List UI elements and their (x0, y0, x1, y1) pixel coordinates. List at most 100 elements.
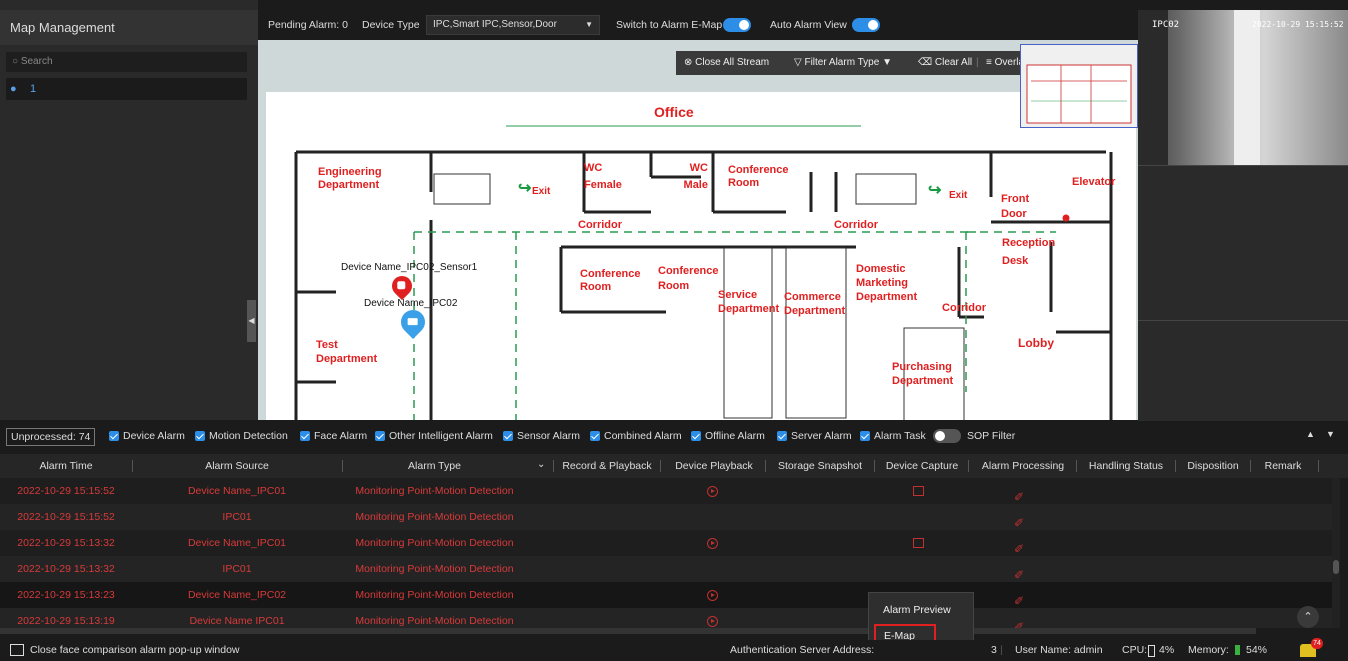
play-icon[interactable] (707, 616, 718, 627)
column-header[interactable]: Alarm Source (132, 454, 342, 478)
memory-meter-icon (1235, 645, 1240, 655)
switch-emap-label: Switch to Alarm E-Map (616, 19, 723, 31)
thumbnail-svg (1026, 64, 1132, 124)
edit-icon[interactable]: ✐ (1014, 614, 1024, 628)
room-label: Elevator (1072, 176, 1116, 188)
double-chevron-up-icon: ⌃ (1303, 611, 1313, 623)
column-separator (1175, 460, 1176, 472)
close-circle-icon: ⊗ (684, 57, 696, 68)
emap-canvas[interactable]: Office Engineering Department Exit WC Fe… (258, 40, 1138, 420)
filter-label: Device Alarm (123, 430, 185, 442)
alarm-table-body: 2022-10-29 15:15:52 Device Name_IPC01 Moni… (0, 478, 1332, 628)
room-label: Conference Room (658, 265, 719, 292)
expand-up-icon[interactable]: ▲ (1306, 429, 1315, 439)
motion-detection-checkbox[interactable] (195, 431, 205, 441)
column-header[interactable]: Record & Playback (556, 454, 658, 478)
map-overview-thumbnail[interactable] (1020, 44, 1138, 128)
room-label: Purchasing Department (892, 361, 954, 387)
alarm-source-cell: Device Name_IPC02 (187, 589, 287, 601)
column-header[interactable]: Device Playback (663, 454, 765, 478)
corridor-light (1234, 10, 1260, 165)
popup-window-icon[interactable] (10, 644, 24, 656)
table-row[interactable]: 2022-10-29 15:13:23 Device Name_IPC02 Moni… (0, 582, 1332, 608)
chevron-down-icon[interactable]: ⌄ (537, 459, 545, 470)
alarm-filter-bar: Unprocessed: 74 Device Alarm Motion Dete… (0, 426, 1348, 448)
video-slot[interactable] (1138, 165, 1348, 321)
scrollbar-thumb[interactable] (1333, 560, 1339, 574)
room-label: Service Department (718, 289, 780, 315)
column-header[interactable]: Alarm Type (342, 454, 527, 478)
auto-alarm-view-toggle[interactable] (852, 18, 880, 32)
table-vertical-scrollbar[interactable] (1332, 478, 1340, 628)
video-timestamp: 2022-10-29 15:15:52 (1252, 20, 1344, 29)
memory-label: Memory: (1188, 644, 1229, 656)
image-icon[interactable] (913, 486, 924, 496)
switch-emap-toggle[interactable] (723, 18, 751, 32)
room-label: Conference Room (728, 164, 789, 189)
device-type-select[interactable]: IPC,Smart IPC,Sensor,Door ▼ (426, 15, 600, 35)
column-header[interactable]: Disposition (1178, 454, 1248, 478)
cpu-meter-icon (1148, 645, 1155, 657)
column-separator (553, 460, 554, 472)
table-horizontal-scrollbar[interactable] (0, 628, 1256, 634)
play-icon[interactable] (707, 486, 718, 497)
filter-label: Face Alarm (314, 430, 368, 442)
divider: | (976, 57, 979, 68)
collapse-panel-button[interactable]: ◀ (247, 300, 256, 342)
close-face-comparison-link[interactable]: Close face comparison alarm pop-up windo… (30, 640, 240, 661)
clear-all-button[interactable]: ⌫ Clear All (918, 51, 972, 75)
face-alarm-checkbox[interactable] (300, 431, 310, 441)
room-label: Commerce Department (784, 291, 846, 317)
close-all-stream-label: Close All Stream (695, 57, 770, 68)
live-video-feed[interactable]: IPC02 2022-10-29 15:15:52 (1138, 10, 1348, 165)
table-row[interactable]: 2022-10-29 15:13:19 Device Name IPC01 Moni… (0, 608, 1332, 628)
column-header[interactable]: Alarm Time (0, 454, 132, 478)
column-header[interactable]: Device Capture (877, 454, 967, 478)
server-alarm-checkbox[interactable] (777, 431, 787, 441)
alarm-task-checkbox[interactable] (860, 431, 870, 441)
play-icon[interactable] (707, 538, 718, 549)
cpu-value: 4% (1159, 644, 1175, 656)
combined-alarm-checkbox[interactable] (590, 431, 600, 441)
other-intelligent-alarm-checkbox[interactable] (375, 431, 385, 441)
column-header[interactable]: Alarm Processing (971, 454, 1075, 478)
offline-alarm-checkbox[interactable] (691, 431, 701, 441)
search-icon: ○ (12, 56, 21, 67)
tree-node-map[interactable]: ● 1 (6, 78, 247, 100)
device-alarm-checkbox[interactable] (109, 431, 119, 441)
image-icon[interactable] (913, 538, 924, 548)
filter-label: Offline Alarm (705, 430, 765, 442)
video-slot[interactable] (1138, 320, 1348, 421)
alarm-time-cell: 2022-10-29 15:13:32 (17, 563, 115, 575)
play-icon[interactable] (707, 590, 718, 601)
room-label: Corridor (834, 219, 878, 231)
table-row[interactable]: 2022-10-29 15:13:32 Device Name_IPC01 Moni… (0, 530, 1332, 556)
column-header[interactable]: Remark (1253, 454, 1313, 478)
close-all-stream-button[interactable]: ⊗ Close All Stream (684, 51, 769, 75)
collapse-down-icon[interactable]: ▼ (1326, 429, 1335, 439)
alarm-source-cell: Device Name_IPC01 (187, 485, 287, 497)
column-header[interactable]: Handling Status (1079, 454, 1173, 478)
office-floorplan: Office Engineering Department Exit WC Fe… (266, 92, 1136, 420)
filter-alarm-type-button[interactable]: ▽ Filter Alarm Type ▼ (794, 51, 892, 75)
clear-all-label: Clear All (934, 57, 973, 68)
table-row[interactable]: 2022-10-29 15:13:32 IPC01 Monitoring Point… (0, 556, 1332, 582)
alarm-icon (397, 281, 406, 290)
exit-icon: ↪ (518, 180, 532, 197)
sensor-alarm-checkbox[interactable] (503, 431, 513, 441)
column-separator (874, 460, 875, 472)
menu-item-alarm-preview[interactable]: Alarm Preview (869, 598, 973, 622)
sop-filter-toggle[interactable] (933, 429, 961, 443)
table-row[interactable]: 2022-10-29 15:15:52 IPC01 Monitoring Point… (0, 504, 1332, 530)
search-input[interactable]: ○ Search (6, 52, 247, 72)
column-header[interactable]: Storage Snapshot (768, 454, 872, 478)
alarm-type-cell: Monitoring Point-Motion Detection (355, 511, 514, 523)
table-row[interactable]: 2022-10-29 15:15:52 Device Name_IPC01 Moni… (0, 478, 1332, 504)
room-label: Domestic Marketing Department (856, 263, 918, 303)
scroll-to-top-button[interactable]: ⌃ (1297, 606, 1319, 628)
user-group-icon: ● (10, 83, 17, 95)
alarm-time-cell: 2022-10-29 15:13:32 (17, 537, 115, 549)
unprocessed-count[interactable]: Unprocessed: 74 (6, 428, 96, 446)
map-tools-bar: ⊗ Close All Stream ▽ Filter Alarm Type ▼… (676, 51, 1045, 75)
layers-icon: ≡ (986, 57, 995, 68)
